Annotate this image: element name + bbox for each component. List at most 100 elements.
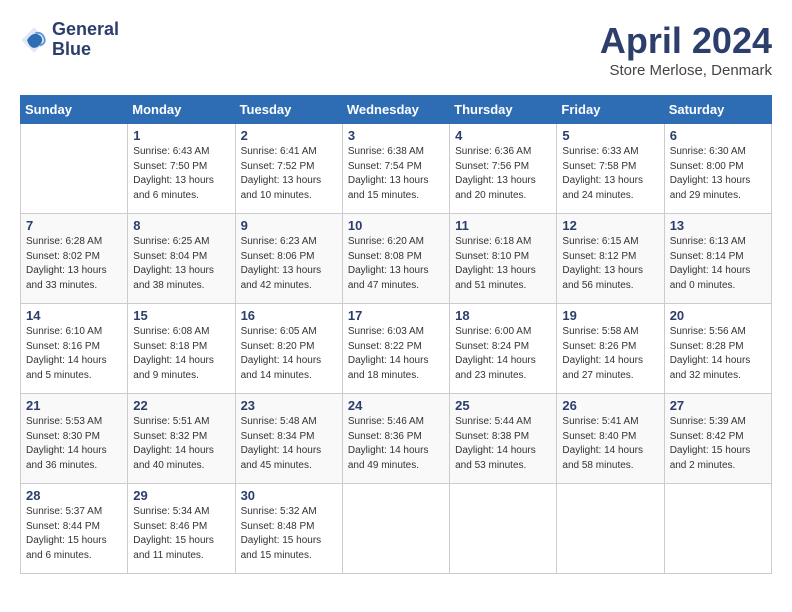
weekday-header-sunday: Sunday	[21, 96, 128, 124]
day-info: Sunrise: 6:20 AMSunset: 8:08 PMDaylight:…	[348, 235, 444, 293]
day-number: 20	[670, 308, 766, 323]
calendar-cell	[342, 484, 449, 574]
calendar-cell	[450, 484, 557, 574]
day-number: 3	[348, 128, 444, 143]
calendar-cell: 24 Sunrise: 5:46 AMSunset: 8:36 PMDayligh…	[342, 394, 449, 484]
day-number: 27	[670, 398, 766, 413]
weekday-header-thursday: Thursday	[450, 96, 557, 124]
day-info: Sunrise: 5:56 AMSunset: 8:28 PMDaylight:…	[670, 325, 766, 383]
day-info: Sunrise: 5:32 AMSunset: 8:48 PMDaylight:…	[241, 505, 337, 563]
calendar-cell: 25 Sunrise: 5:44 AMSunset: 8:38 PMDayligh…	[450, 394, 557, 484]
day-number: 7	[26, 218, 122, 233]
day-number: 16	[241, 308, 337, 323]
day-number: 4	[455, 128, 551, 143]
weekday-header-row: SundayMondayTuesdayWednesdayThursdayFrid…	[21, 96, 772, 124]
day-info: Sunrise: 6:00 AMSunset: 8:24 PMDaylight:…	[455, 325, 551, 383]
day-number: 14	[26, 308, 122, 323]
day-number: 29	[133, 488, 229, 503]
month-title: April 2024	[600, 20, 772, 62]
day-number: 9	[241, 218, 337, 233]
day-info: Sunrise: 5:53 AMSunset: 8:30 PMDaylight:…	[26, 415, 122, 473]
day-info: Sunrise: 5:58 AMSunset: 8:26 PMDaylight:…	[562, 325, 658, 383]
week-row-2: 7Sunrise: 6:28 AMSunset: 8:02 PMDaylight…	[21, 214, 772, 304]
day-info: Sunrise: 6:41 AMSunset: 7:52 PMDaylight:…	[241, 145, 337, 203]
day-info: Sunrise: 5:51 AMSunset: 8:32 PMDaylight:…	[133, 415, 229, 473]
day-info: Sunrise: 6:10 AMSunset: 8:16 PMDaylight:…	[26, 325, 122, 383]
calendar-cell: 28 Sunrise: 5:37 AMSunset: 8:44 PMDayligh…	[21, 484, 128, 574]
day-info: Sunrise: 5:39 AMSunset: 8:42 PMDaylight:…	[670, 415, 766, 473]
calendar-cell: 7Sunrise: 6:28 AMSunset: 8:02 PMDaylight…	[21, 214, 128, 304]
calendar-cell: 20 Sunrise: 5:56 AMSunset: 8:28 PMDayligh…	[664, 304, 771, 394]
weekday-header-saturday: Saturday	[664, 96, 771, 124]
day-number: 5	[562, 128, 658, 143]
calendar-cell: 8 Sunrise: 6:25 AMSunset: 8:04 PMDaylight…	[128, 214, 235, 304]
calendar-cell: 26 Sunrise: 5:41 AMSunset: 8:40 PMDayligh…	[557, 394, 664, 484]
week-row-3: 14 Sunrise: 6:10 AMSunset: 8:16 PMDayligh…	[21, 304, 772, 394]
week-row-1: 1Sunrise: 6:43 AMSunset: 7:50 PMDaylight…	[21, 124, 772, 214]
calendar-cell: 23Sunrise: 5:48 AMSunset: 8:34 PMDayligh…	[235, 394, 342, 484]
calendar-cell: 2 Sunrise: 6:41 AMSunset: 7:52 PMDaylight…	[235, 124, 342, 214]
weekday-header-tuesday: Tuesday	[235, 96, 342, 124]
weekday-header-monday: Monday	[128, 96, 235, 124]
day-info: Sunrise: 5:41 AMSunset: 8:40 PMDaylight:…	[562, 415, 658, 473]
day-number: 18	[455, 308, 551, 323]
calendar-cell: 11Sunrise: 6:18 AMSunset: 8:10 PMDayligh…	[450, 214, 557, 304]
day-info: Sunrise: 6:05 AMSunset: 8:20 PMDaylight:…	[241, 325, 337, 383]
calendar-cell: 13 Sunrise: 6:13 AMSunset: 8:14 PMDayligh…	[664, 214, 771, 304]
calendar-cell	[21, 124, 128, 214]
day-number: 26	[562, 398, 658, 413]
day-info: Sunrise: 6:25 AMSunset: 8:04 PMDaylight:…	[133, 235, 229, 293]
calendar-cell: 17 Sunrise: 6:03 AMSunset: 8:22 PMDayligh…	[342, 304, 449, 394]
day-number: 10	[348, 218, 444, 233]
logo-icon	[20, 26, 48, 54]
calendar-table: SundayMondayTuesdayWednesdayThursdayFrid…	[20, 95, 772, 574]
logo: General Blue	[20, 20, 119, 60]
calendar-cell: 22 Sunrise: 5:51 AMSunset: 8:32 PMDayligh…	[128, 394, 235, 484]
day-info: Sunrise: 5:44 AMSunset: 8:38 PMDaylight:…	[455, 415, 551, 473]
calendar-cell: 4Sunrise: 6:36 AMSunset: 7:56 PMDaylight…	[450, 124, 557, 214]
day-number: 15	[133, 308, 229, 323]
day-number: 25	[455, 398, 551, 413]
calendar-cell: 19Sunrise: 5:58 AMSunset: 8:26 PMDayligh…	[557, 304, 664, 394]
day-info: Sunrise: 5:46 AMSunset: 8:36 PMDaylight:…	[348, 415, 444, 473]
calendar-cell: 1Sunrise: 6:43 AMSunset: 7:50 PMDaylight…	[128, 124, 235, 214]
day-number: 21	[26, 398, 122, 413]
title-block: April 2024 Store Merlose, Denmark	[600, 20, 772, 79]
day-info: Sunrise: 5:34 AMSunset: 8:46 PMDaylight:…	[133, 505, 229, 563]
day-number: 12	[562, 218, 658, 233]
day-number: 28	[26, 488, 122, 503]
calendar-cell: 6Sunrise: 6:30 AMSunset: 8:00 PMDaylight…	[664, 124, 771, 214]
day-number: 30	[241, 488, 337, 503]
page-header: General Blue April 2024 Store Merlose, D…	[20, 20, 772, 79]
day-number: 24	[348, 398, 444, 413]
day-number: 2	[241, 128, 337, 143]
calendar-cell: 29 Sunrise: 5:34 AMSunset: 8:46 PMDayligh…	[128, 484, 235, 574]
calendar-cell: 16 Sunrise: 6:05 AMSunset: 8:20 PMDayligh…	[235, 304, 342, 394]
calendar-cell: 27 Sunrise: 5:39 AMSunset: 8:42 PMDayligh…	[664, 394, 771, 484]
week-row-5: 28 Sunrise: 5:37 AMSunset: 8:44 PMDayligh…	[21, 484, 772, 574]
calendar-cell	[557, 484, 664, 574]
day-info: Sunrise: 6:08 AMSunset: 8:18 PMDaylight:…	[133, 325, 229, 383]
day-info: Sunrise: 6:15 AMSunset: 8:12 PMDaylight:…	[562, 235, 658, 293]
day-info: Sunrise: 6:43 AMSunset: 7:50 PMDaylight:…	[133, 145, 229, 203]
logo-text: General Blue	[52, 20, 119, 60]
calendar-cell: 12 Sunrise: 6:15 AMSunset: 8:12 PMDayligh…	[557, 214, 664, 304]
day-info: Sunrise: 6:23 AMSunset: 8:06 PMDaylight:…	[241, 235, 337, 293]
day-info: Sunrise: 6:13 AMSunset: 8:14 PMDaylight:…	[670, 235, 766, 293]
day-number: 13	[670, 218, 766, 233]
day-info: Sunrise: 5:48 AMSunset: 8:34 PMDaylight:…	[241, 415, 337, 473]
day-number: 8	[133, 218, 229, 233]
calendar-cell: 10 Sunrise: 6:20 AMSunset: 8:08 PMDayligh…	[342, 214, 449, 304]
calendar-cell: 3Sunrise: 6:38 AMSunset: 7:54 PMDaylight…	[342, 124, 449, 214]
calendar-cell	[664, 484, 771, 574]
day-info: Sunrise: 6:33 AMSunset: 7:58 PMDaylight:…	[562, 145, 658, 203]
day-info: Sunrise: 6:03 AMSunset: 8:22 PMDaylight:…	[348, 325, 444, 383]
day-number: 17	[348, 308, 444, 323]
day-number: 6	[670, 128, 766, 143]
day-info: Sunrise: 6:18 AMSunset: 8:10 PMDaylight:…	[455, 235, 551, 293]
day-info: Sunrise: 5:37 AMSunset: 8:44 PMDaylight:…	[26, 505, 122, 563]
day-number: 22	[133, 398, 229, 413]
weekday-header-wednesday: Wednesday	[342, 96, 449, 124]
calendar-cell: 21 Sunrise: 5:53 AMSunset: 8:30 PMDayligh…	[21, 394, 128, 484]
calendar-cell: 18 Sunrise: 6:00 AMSunset: 8:24 PMDayligh…	[450, 304, 557, 394]
